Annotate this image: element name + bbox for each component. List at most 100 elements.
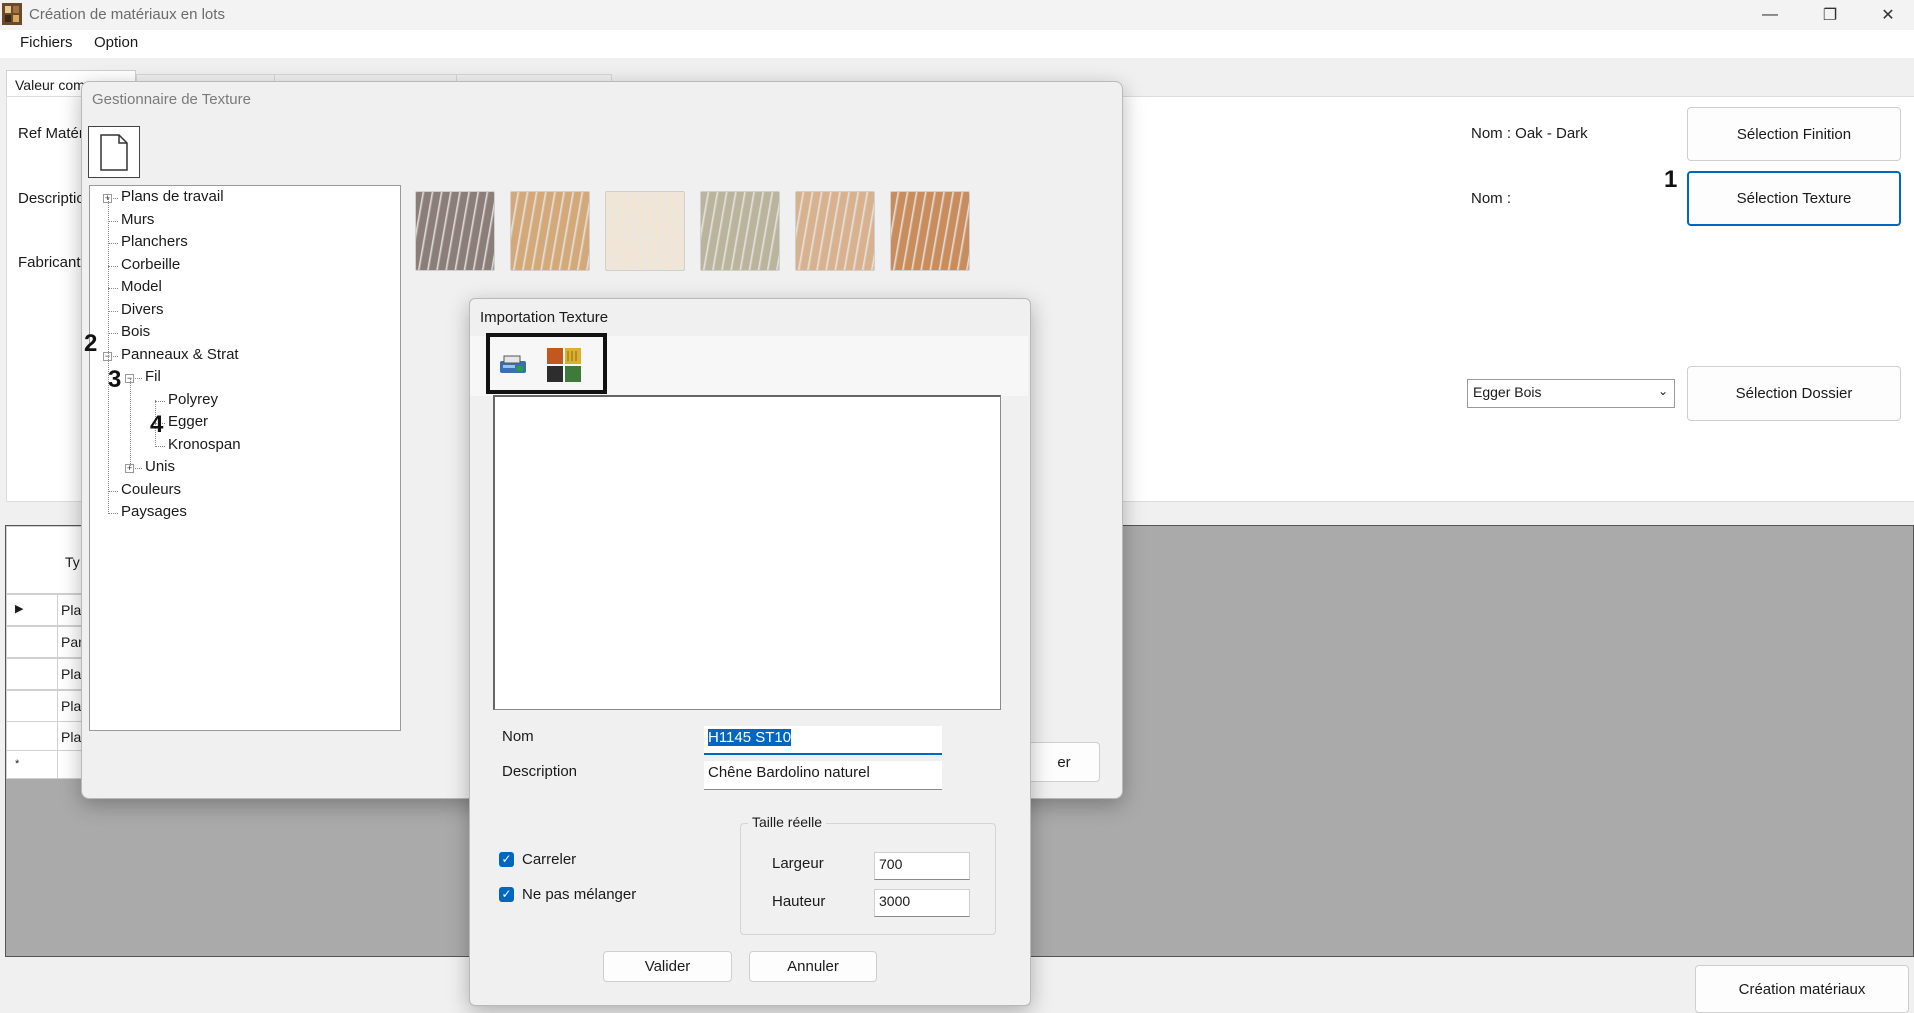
partial-button[interactable]: er [1028, 742, 1100, 782]
texture-preview [493, 395, 1001, 710]
annotation-4: 4 [150, 411, 164, 438]
tree-connector [108, 265, 118, 267]
row-separator [57, 722, 58, 752]
window-title: Création de matériaux en lots [29, 6, 225, 23]
row-marker: * [15, 758, 20, 770]
nom-label: Nom [502, 728, 534, 745]
tree-connector [108, 333, 118, 334]
grid-header-row: Ty [6, 526, 86, 594]
largeur-label: Largeur [772, 855, 824, 872]
row-type-cell: Pla [61, 729, 82, 745]
tree-item[interactable]: Divers [121, 301, 164, 318]
nom-finition-label: Nom : Oak - Dark [1471, 125, 1588, 142]
row-type-cell: Pla [61, 698, 82, 714]
new-texture-button[interactable] [88, 126, 140, 178]
valider-button[interactable]: Valider [603, 951, 732, 982]
close-button[interactable]: ✕ [1858, 0, 1914, 30]
tree-item[interactable]: Murs [121, 211, 154, 228]
tree-item[interactable]: Plans de travail [121, 188, 224, 205]
menu-option[interactable]: Option [94, 34, 138, 51]
tree-item[interactable]: Panneaux & Strat [121, 346, 239, 363]
tree-item[interactable]: Planchers [121, 233, 188, 250]
largeur-input[interactable]: 700 [874, 852, 970, 880]
table-row[interactable]: Pla [6, 690, 86, 722]
app-icon [2, 3, 22, 25]
ne-pas-melanger-label: Ne pas mélanger [522, 886, 637, 903]
new-file-icon [100, 134, 128, 171]
tree-connector [155, 400, 165, 402]
taille-reelle-label: Taille réelle [748, 814, 827, 830]
carreler-checkbox[interactable]: ✓ [499, 852, 514, 867]
row-type-cell: Pla [61, 666, 82, 682]
menu-fichiers[interactable]: Fichiers [20, 34, 73, 51]
annotation-1: 1 [1664, 166, 1678, 193]
dossier-combo[interactable]: Egger Bois ⌄ [1467, 379, 1675, 408]
texture-swatch[interactable] [510, 191, 590, 271]
tree-item[interactable]: Polyrey [168, 391, 218, 408]
tree-item[interactable]: Model [121, 278, 162, 295]
creation-materiaux-button[interactable]: Création matériaux [1695, 965, 1909, 1013]
nom-input-value: H1145 ST10 [708, 729, 792, 746]
tree-item[interactable]: Unis [145, 458, 175, 475]
texture-swatch[interactable] [415, 191, 495, 271]
chevron-down-icon: ⌄ [1657, 384, 1668, 398]
tree-connector [130, 378, 131, 468]
row-type-cell: Pla [61, 602, 82, 618]
texture-library-icon[interactable] [546, 347, 582, 383]
selection-finition-button[interactable]: Sélection Finition [1687, 107, 1901, 161]
ne-pas-melanger-checkbox[interactable]: ✓ [499, 887, 514, 902]
table-row[interactable]: * [6, 750, 86, 779]
tree-connector [108, 198, 109, 512]
tree-connector [108, 310, 118, 312]
description-field-label: Description [502, 763, 578, 780]
tree-item[interactable]: Bois [121, 323, 150, 340]
annotation-2: 2 [84, 330, 98, 357]
hauteur-label: Hauteur [772, 893, 826, 910]
tree-connector [108, 243, 118, 244]
selection-texture-button[interactable]: Sélection Texture [1687, 171, 1901, 226]
hauteur-input[interactable]: 3000 [874, 889, 970, 917]
menu-bar [0, 30, 1914, 58]
row-separator [57, 627, 58, 657]
row-separator [57, 659, 58, 689]
table-row[interactable]: Pla [6, 658, 86, 690]
tree-connector [108, 220, 118, 222]
row-separator [57, 751, 58, 778]
texture-swatch[interactable] [795, 191, 875, 271]
table-row[interactable]: ▶ Pla [6, 594, 86, 626]
dossier-combo-value: Egger Bois [1473, 384, 1542, 400]
nom-input[interactable]: H1145 ST10 [704, 726, 942, 755]
row-separator [57, 691, 58, 721]
tree-connector [108, 490, 118, 492]
grid-header-type: Ty [65, 554, 80, 570]
table-row[interactable]: Pan [6, 626, 86, 658]
carreler-label: Carreler [522, 851, 577, 868]
tree-item[interactable]: Corbeille [121, 256, 180, 273]
tree-item[interactable]: Egger [168, 413, 208, 430]
description-label: Descriptic [18, 190, 84, 207]
ref-label: Ref Matér [18, 125, 84, 142]
title-bar: Création de matériaux en lots — ❐ ✕ [0, 0, 1914, 30]
tree-item[interactable]: Kronospan [168, 436, 241, 453]
texture-swatch[interactable] [890, 191, 970, 271]
gestionnaire-title: Gestionnaire de Texture [92, 91, 251, 108]
annuler-button[interactable]: Annuler [749, 951, 877, 982]
tree-connector [155, 445, 165, 447]
maximize-button[interactable]: ❐ [1800, 0, 1860, 30]
minimize-button[interactable]: — [1740, 0, 1800, 30]
importation-title: Importation Texture [480, 309, 609, 326]
texture-swatch[interactable] [700, 191, 780, 271]
description-input[interactable]: Chêne Bardolino naturel [704, 761, 942, 790]
import-scanner-icon[interactable] [497, 348, 529, 380]
annotation-3: 3 [108, 366, 122, 393]
table-row[interactable]: Pla [6, 721, 86, 753]
tree-item[interactable]: Couleurs [121, 481, 181, 498]
row-separator [57, 595, 58, 625]
tree-item[interactable]: Paysages [121, 503, 187, 520]
selection-dossier-button[interactable]: Sélection Dossier [1687, 366, 1901, 421]
tree-connector [108, 513, 118, 514]
texture-swatch[interactable] [605, 191, 685, 271]
tree-connector [108, 288, 118, 289]
fabricant-label: Fabricant [18, 254, 81, 271]
tree-item[interactable]: Fil [145, 368, 161, 385]
